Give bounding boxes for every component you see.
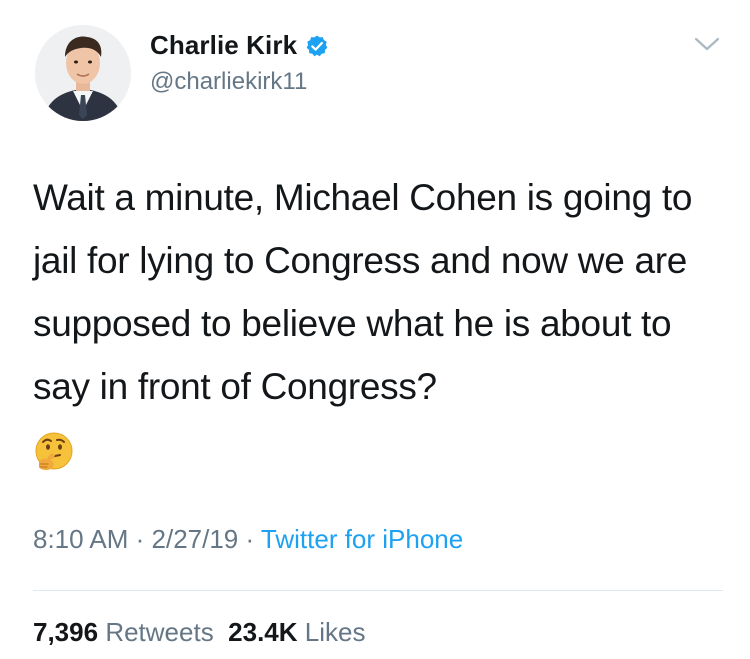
author-display-name[interactable]: Charlie Kirk <box>150 30 297 61</box>
retweets-stat[interactable]: 7,396 Retweets <box>33 617 214 647</box>
retweets-label: Retweets <box>105 617 214 647</box>
likes-count: 23.4K <box>228 617 298 647</box>
verified-badge-icon <box>305 34 329 58</box>
meta-separator: · <box>238 524 261 554</box>
tweet-time[interactable]: 8:10 AM <box>33 524 128 554</box>
meta-separator: · <box>128 524 152 554</box>
tweet-card: Charlie Kirk @charliekirk11 Wait a minut… <box>0 0 750 659</box>
author-name-row: Charlie Kirk <box>150 30 329 61</box>
retweets-count: 7,396 <box>33 617 99 647</box>
avatar[interactable] <box>35 25 131 121</box>
likes-stat[interactable]: 23.4K Likes <box>228 617 365 647</box>
avatar-image <box>35 25 131 121</box>
divider <box>33 590 723 591</box>
author-handle[interactable]: @charliekirk11 <box>150 68 307 96</box>
tweet-text: Wait a minute, Michael Cohen is going to… <box>33 177 693 407</box>
thinking-face-emoji <box>33 431 75 473</box>
tweet-date[interactable]: 2/27/19 <box>152 524 239 554</box>
tweet-meta: 8:10 AM · 2/27/19 · Twitter for iPhone <box>33 524 463 555</box>
tweet-stats: 7,396 Retweets 23.4K Likes <box>33 617 365 648</box>
likes-label: Likes <box>304 617 366 647</box>
chevron-down-icon[interactable] <box>694 36 720 52</box>
tweet-source-link[interactable]: Twitter for iPhone <box>261 524 463 554</box>
